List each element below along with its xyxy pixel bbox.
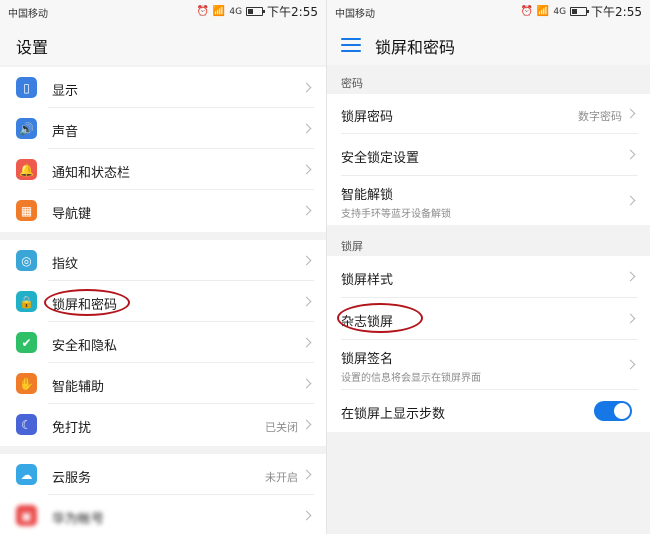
page-title: 锁屏和密码 xyxy=(375,38,456,57)
settings-item-label: 云服务 xyxy=(52,471,92,486)
status-value: 已关闭 xyxy=(265,421,298,434)
settings-item-label: 智能辅助 xyxy=(52,380,105,395)
lock-screen-style-item[interactable]: 锁屏样式 xyxy=(327,256,650,298)
settings-item-label: 指纹 xyxy=(52,257,79,272)
settings-item-smart-assist[interactable]: ✋ 智能辅助 xyxy=(0,363,326,404)
settings-item-label: 通知和状态栏 xyxy=(52,166,131,181)
display-icon: ▯ xyxy=(16,77,37,98)
settings-item-sound[interactable]: 🔊 声音 xyxy=(0,108,326,149)
chevron-right-icon xyxy=(301,469,312,480)
settings-item-navigation-key[interactable]: ▦ 导航键 xyxy=(0,190,326,232)
battery-icon xyxy=(246,7,266,16)
row-subtitle: 支持手环等蓝牙设备解锁 xyxy=(341,209,451,220)
settings-item-cloud[interactable]: ☁ 云服务 未开启 xyxy=(0,454,326,495)
settings-item-label: 显示 xyxy=(52,84,79,99)
fingerprint-icon: ◎ xyxy=(16,250,37,271)
chevron-right-icon xyxy=(301,82,312,93)
settings-group-display: ▯ 显示 🔊 声音 🔔 通知和状态栏 ▦ 导航键 xyxy=(0,67,326,232)
sound-icon: 🔊 xyxy=(16,118,37,139)
account-icon: ▣ xyxy=(16,505,37,526)
password-group: 锁屏密码 数字密码 安全锁定设置 智能解锁 支持手环等蓝牙设备解锁 xyxy=(327,94,650,225)
chevron-right-icon xyxy=(301,255,312,266)
alarm-icon: ⏰ xyxy=(520,5,533,17)
row-label: 锁屏签名 xyxy=(341,352,394,367)
chevron-right-icon xyxy=(301,510,312,521)
section-header-password: 密码 xyxy=(341,77,363,90)
clock: 下午2:55 xyxy=(267,5,318,19)
carrier-label: 中国移动 xyxy=(335,9,375,20)
shield-icon: ✔ xyxy=(16,332,37,353)
status-value: 未开启 xyxy=(265,471,298,484)
page-title: 设置 xyxy=(16,38,49,57)
chevron-right-icon xyxy=(625,108,636,119)
settings-item-security-privacy[interactable]: ✔ 安全和隐私 xyxy=(0,322,326,363)
carrier-label: 中国移动 xyxy=(8,9,48,20)
settings-item-label: 免打扰 xyxy=(52,421,92,436)
chevron-right-icon xyxy=(301,337,312,348)
chevron-right-icon xyxy=(301,123,312,134)
wifi-icon: 📶 xyxy=(212,5,226,17)
chevron-right-icon xyxy=(301,296,312,307)
settings-item-do-not-disturb[interactable]: ☾ 免打扰 已关闭 xyxy=(0,404,326,446)
bell-icon: 🔔 xyxy=(16,159,37,180)
show-steps-on-lock-screen-item: 在锁屏上显示步数 xyxy=(327,390,650,432)
smart-unlock-item[interactable]: 智能解锁 支持手环等蓝牙设备解锁 xyxy=(327,176,650,225)
security-lock-settings-item[interactable]: 安全锁定设置 xyxy=(327,134,650,176)
show-steps-toggle[interactable] xyxy=(594,401,632,421)
lock-screen-password-item[interactable]: 锁屏密码 数字密码 xyxy=(327,94,650,134)
chevron-right-icon xyxy=(301,205,312,216)
chevron-right-icon xyxy=(301,378,312,389)
header: 锁屏和密码 xyxy=(327,24,650,65)
chevron-right-icon xyxy=(301,164,312,175)
settings-item-label: 安全和隐私 xyxy=(52,339,118,354)
settings-group-security: ◎ 指纹 🔒 锁屏和密码 ✔ 安全和隐私 ✋ 智能辅助 ☾ 免打扰 已关闭 xyxy=(0,240,326,446)
settings-group-cloud: ☁ 云服务 未开启 ▣ 华为帐号 xyxy=(0,454,326,534)
settings-item-label: 导航键 xyxy=(52,207,92,222)
status-bar: 中国移动 ⏰ 📶 4G 下午2:55 xyxy=(0,0,326,24)
signal-icon: 4G xyxy=(229,6,243,17)
settings-item-display[interactable]: ▯ 显示 xyxy=(0,67,326,108)
navigation-key-icon: ▦ xyxy=(16,200,37,221)
annotation-circle xyxy=(337,303,423,333)
row-label: 锁屏样式 xyxy=(341,273,394,288)
cloud-icon: ☁ xyxy=(16,464,37,485)
signal-icon: 4G xyxy=(553,6,567,17)
chevron-right-icon xyxy=(625,271,636,282)
row-label: 智能解锁 xyxy=(341,188,394,203)
chevron-right-icon xyxy=(625,313,636,324)
battery-icon xyxy=(570,7,590,16)
lock-icon: 🔒 xyxy=(16,291,37,312)
lock-screen-signature-item[interactable]: 锁屏签名 设置的信息将会显示在锁屏界面 xyxy=(327,340,650,390)
chevron-right-icon xyxy=(301,419,312,430)
settings-item-fingerprint[interactable]: ◎ 指纹 xyxy=(0,240,326,281)
lock-screen-group: 锁屏样式 杂志锁屏 锁屏签名 设置的信息将会显示在锁屏界面 在锁屏上显示步数 xyxy=(327,256,650,432)
clock: 下午2:55 xyxy=(591,5,642,19)
settings-item-label: 华为帐号 xyxy=(52,512,105,527)
header: 设置 xyxy=(0,24,326,65)
hand-icon: ✋ xyxy=(16,373,37,394)
settings-item-label: 声音 xyxy=(52,125,79,140)
row-label: 锁屏密码 xyxy=(341,110,394,125)
password-type-value: 数字密码 xyxy=(578,110,622,123)
chevron-right-icon xyxy=(625,359,636,370)
lock-screen-settings: 中国移动 ⏰ 📶 4G 下午2:55 锁屏和密码 密码 锁屏密码 数字密码 安全… xyxy=(326,0,650,534)
alarm-icon: ⏰ xyxy=(196,5,209,17)
moon-icon: ☾ xyxy=(16,414,37,435)
chevron-right-icon xyxy=(625,195,636,206)
annotation-circle xyxy=(44,289,130,316)
wifi-icon: 📶 xyxy=(536,5,550,17)
chevron-right-icon xyxy=(625,149,636,160)
row-label: 在锁屏上显示步数 xyxy=(341,407,446,422)
row-label: 安全锁定设置 xyxy=(341,151,420,166)
settings-item-huawei-account[interactable]: ▣ 华为帐号 xyxy=(0,495,326,534)
row-subtitle: 设置的信息将会显示在锁屏界面 xyxy=(341,373,481,384)
settings-screen: 中国移动 ⏰ 📶 4G 下午2:55 设置 ▯ 显示 🔊 声音 🔔 通知和状态栏 xyxy=(0,0,326,534)
section-header-lock-screen: 锁屏 xyxy=(341,240,363,253)
menu-icon[interactable] xyxy=(341,36,361,52)
status-bar: 中国移动 ⏰ 📶 4G 下午2:55 xyxy=(327,0,650,24)
settings-item-notifications[interactable]: 🔔 通知和状态栏 xyxy=(0,149,326,190)
